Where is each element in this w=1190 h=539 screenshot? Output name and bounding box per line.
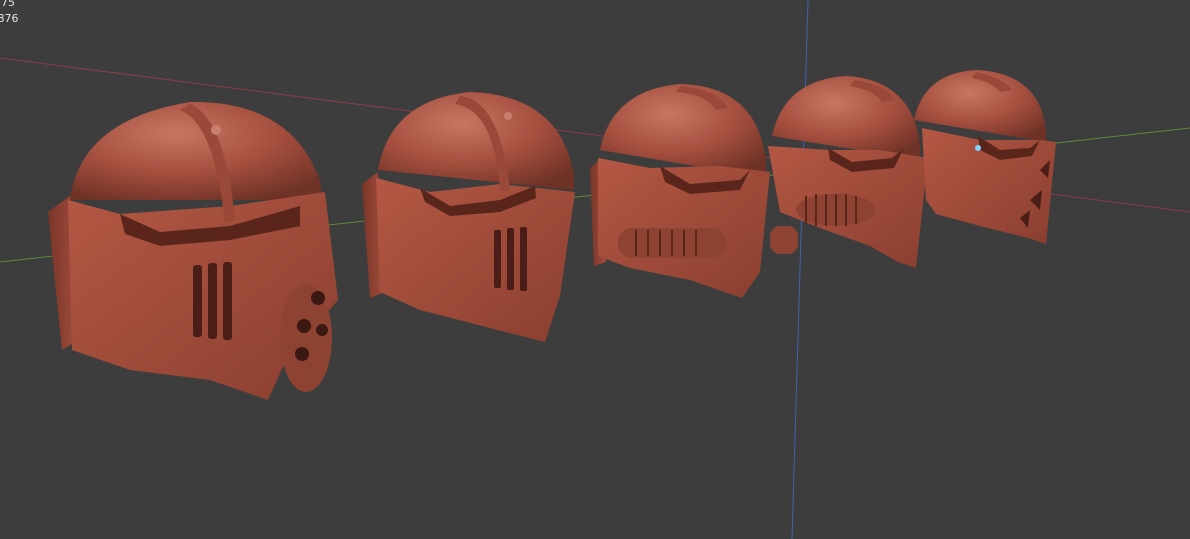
stats-line-2: ,876 xyxy=(0,12,19,25)
helmet-2[interactable] xyxy=(362,92,575,342)
3d-viewport[interactable]: 775 ,876 xyxy=(0,0,1190,539)
stats-line-1: 775 xyxy=(0,0,15,9)
helmet-4[interactable] xyxy=(768,76,928,268)
viewport-scene[interactable] xyxy=(0,0,1190,539)
z-axis-line xyxy=(791,0,809,539)
helmet-1[interactable] xyxy=(48,101,338,400)
viewport-stats-overlay: 775 ,876 xyxy=(0,0,19,27)
helmet-3[interactable] xyxy=(590,84,770,298)
helmet-5[interactable] xyxy=(914,70,1056,244)
